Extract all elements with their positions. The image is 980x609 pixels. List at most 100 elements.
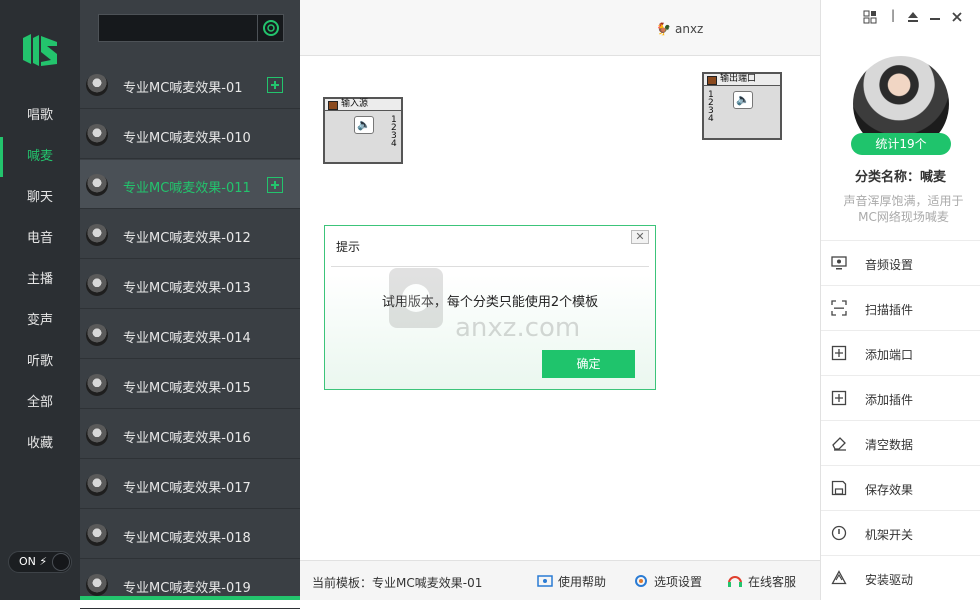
help-icon	[537, 575, 553, 587]
close-window-icon[interactable]	[951, 10, 963, 27]
options-button[interactable]: 选项设置	[633, 573, 702, 590]
divider: |	[891, 8, 896, 22]
menu-item[interactable]: 安装驱动	[821, 555, 980, 600]
avatar	[86, 224, 108, 246]
menu-item[interactable]: 音频设置	[821, 240, 980, 285]
category-item[interactable]: 主播	[0, 260, 80, 300]
category-sidebar: 唱歌 喊麦 聊天 电音 主播 变声 听歌 全部 收藏 ON ⚡	[0, 0, 80, 600]
menu-label: 机架开关	[865, 528, 914, 542]
preset-name: 专业MC喊麦效果-018	[123, 531, 251, 546]
speaker-icon[interactable]: 🔈	[733, 91, 753, 109]
add-icon[interactable]	[267, 77, 283, 93]
preset-row[interactable]: 专业MC喊麦效果-018	[80, 510, 300, 559]
menu-item[interactable]: 添加插件	[821, 375, 980, 420]
scan-icon	[831, 300, 847, 316]
preset-name: 专业MC喊麦效果-01	[123, 81, 243, 96]
avatar	[86, 574, 108, 596]
dialog-divider	[331, 266, 649, 267]
preset-row[interactable]: 专业MC喊麦效果-010	[80, 110, 300, 159]
category-item[interactable]: 收藏	[0, 424, 80, 464]
preset-name: 专业MC喊麦效果-011	[123, 181, 251, 196]
preset-row[interactable]: 专业MC喊麦效果-013	[80, 260, 300, 309]
grid-icon[interactable]	[863, 10, 877, 27]
menu-item[interactable]: 保存效果	[821, 465, 980, 510]
speaker-icon[interactable]: 🔈	[354, 116, 374, 134]
avatar	[86, 174, 108, 196]
preset-row[interactable]: 专业MC喊麦效果-015	[80, 360, 300, 409]
minimize-icon[interactable]	[929, 10, 941, 27]
app-logo	[23, 34, 57, 66]
monitor-icon	[831, 256, 847, 270]
search-button[interactable]	[257, 15, 283, 41]
username[interactable]: anxz	[675, 22, 703, 36]
right-panel: | 统计19个 分类名称：喊麦 声音浑厚饱满，适用于MC网络现场喊麦 音频设置扫…	[820, 0, 980, 600]
preset-name: 专业MC喊麦效果-014	[123, 331, 251, 346]
category-item[interactable]: 听歌	[0, 342, 80, 382]
menu-item[interactable]: 添加端口	[821, 330, 980, 375]
trial-dialog: 提示 ✕ 试用版本，每个分类只能使用2个模板 确定	[324, 225, 656, 390]
power-toggle[interactable]: ON ⚡	[8, 551, 72, 573]
preset-name: 专业MC喊麦效果-015	[123, 381, 251, 396]
output-ports: 1234	[708, 90, 714, 124]
search-input[interactable]	[98, 14, 284, 42]
eraser-icon	[832, 437, 846, 451]
category-item[interactable]: 喊麦	[0, 137, 80, 177]
category-item[interactable]: 聊天	[0, 178, 80, 218]
help-button[interactable]: 使用帮助	[537, 573, 606, 590]
menu-item[interactable]: 机架开关	[821, 510, 980, 555]
avatar	[86, 524, 108, 546]
preset-name: 专业MC喊麦效果-019	[123, 581, 251, 596]
category-item[interactable]: 变声	[0, 301, 80, 341]
menu-item[interactable]: 扫描插件	[821, 285, 980, 330]
add-icon[interactable]	[267, 177, 283, 193]
avatar	[86, 124, 108, 146]
menu-label: 音频设置	[865, 258, 914, 272]
input-node-title: 输入源	[325, 99, 401, 111]
input-ports: 1234	[391, 115, 397, 149]
save-icon	[831, 480, 847, 496]
ok-button[interactable]: 确定	[542, 350, 635, 378]
menu-label: 扫描插件	[865, 303, 914, 317]
stat-badge: 统计19个	[851, 133, 951, 155]
avatar	[86, 274, 108, 296]
menu-label: 安装驱动	[865, 573, 914, 587]
close-icon[interactable]: ✕	[631, 230, 649, 244]
category-item[interactable]: 唱歌	[0, 96, 80, 136]
support-button[interactable]: 在线客服	[727, 573, 796, 590]
preset-row[interactable]: 专业MC喊麦效果-019	[80, 560, 300, 609]
output-node-title: 输出端口	[704, 74, 780, 86]
headset-icon	[728, 576, 742, 587]
menu-label: 添加端口	[865, 348, 914, 362]
preset-row[interactable]: 专业MC喊麦效果-012	[80, 210, 300, 259]
preset-name: 专业MC喊麦效果-016	[123, 431, 251, 446]
preset-list-panel: 专业MC喊麦效果-01 专业MC喊麦效果-010 专业MC喊麦效果-011 专业MC喊…	[80, 0, 300, 609]
preset-row[interactable]: 专业MC喊麦效果-014	[80, 310, 300, 359]
category-item[interactable]: 电音	[0, 219, 80, 259]
category-item[interactable]: 全部	[0, 383, 80, 423]
add-plugin-icon	[831, 390, 847, 406]
input-source-node[interactable]: 输入源 🔈 1234	[323, 97, 403, 164]
output-port-node[interactable]: 输出端口 🔈 1234	[702, 72, 782, 140]
list-progress-bar	[80, 596, 300, 600]
preset-name: 专业MC喊麦效果-017	[123, 481, 251, 496]
preset-row[interactable]: 专业MC喊麦效果-017	[80, 460, 300, 509]
menu-item[interactable]: 清空数据	[821, 420, 980, 465]
drive-icon	[831, 570, 847, 585]
avatar	[86, 474, 108, 496]
preset-row[interactable]: 专业MC喊麦效果-011	[80, 160, 300, 209]
power-icon	[831, 525, 847, 541]
status-bar: 当前模板：专业MC喊麦效果-01 使用帮助 选项设置 在线客服	[300, 560, 820, 600]
eject-icon[interactable]	[907, 10, 919, 27]
add-port-icon	[831, 345, 847, 361]
preset-name: 专业MC喊麦效果-013	[123, 281, 251, 296]
power-toggle-label: ON ⚡	[19, 555, 48, 568]
dialog-title: 提示	[336, 240, 361, 254]
preset-row[interactable]: 专业MC喊麦效果-01	[80, 60, 300, 109]
category-name: 分类名称：喊麦	[854, 170, 946, 185]
search-icon	[263, 20, 279, 36]
user-icon: 🐓	[656, 22, 671, 36]
preset-name: 专业MC喊麦效果-012	[123, 231, 251, 246]
avatar	[86, 324, 108, 346]
menu-label: 保存效果	[865, 483, 914, 497]
preset-row[interactable]: 专业MC喊麦效果-016	[80, 410, 300, 459]
